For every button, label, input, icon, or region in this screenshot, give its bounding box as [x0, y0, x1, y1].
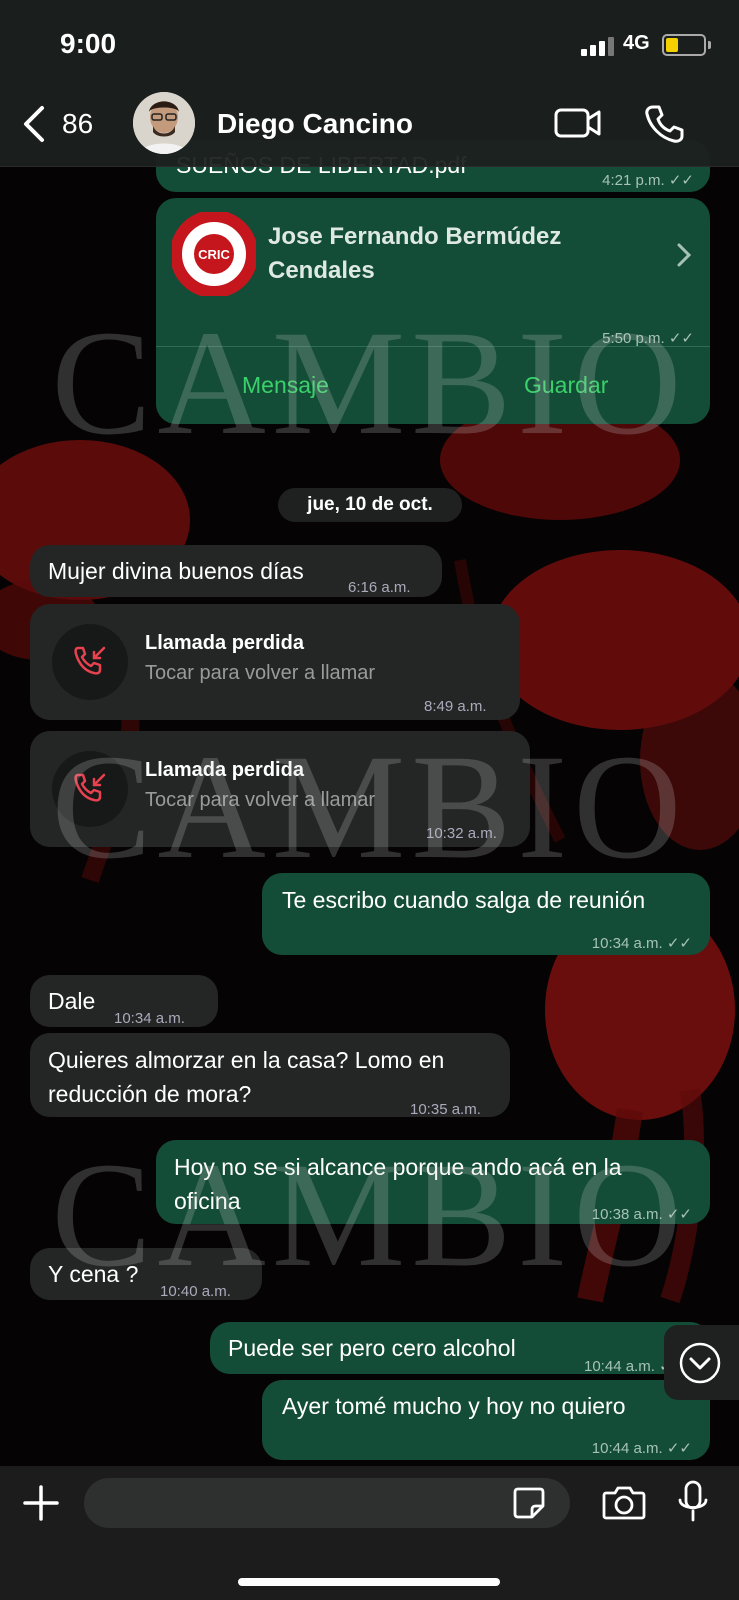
phone-icon[interactable]: [644, 104, 684, 144]
message-text: Dale: [48, 988, 96, 1014]
contact-name[interactable]: Diego Cancino: [217, 108, 413, 140]
missed-call-icon: [74, 773, 106, 802]
call-subtitle: Tocar para volver a llamar: [145, 789, 376, 811]
message-time: 8:49 a.m.: [424, 698, 487, 715]
message-time: 10:44 a.m.: [591, 1440, 663, 1457]
message-time: 6:16 a.m.: [348, 579, 411, 596]
call-subtitle: Tocar para volver a llamar: [145, 662, 376, 684]
message-time: 10:34 a.m.: [591, 935, 663, 952]
shared-contact-name: Jose Fernando Bermúdez Cendales: [268, 220, 561, 288]
message-text: Mujer divina buenos días: [48, 558, 304, 584]
signal-icon: [581, 37, 614, 56]
message-text-line1: Quieres almorzar en la casa? Lomo en: [48, 1047, 445, 1073]
camera-icon[interactable]: [602, 1484, 646, 1520]
missed-call-bubble[interactable]: Llamada perdida Tocar para volver a llam…: [30, 604, 520, 720]
read-ticks-icon: ✓✓: [666, 935, 692, 952]
outgoing-message[interactable]: Hoy no se si alcance porque ando acá en …: [156, 1140, 710, 1224]
incoming-message[interactable]: Dale 10:34 a.m.: [30, 975, 218, 1027]
status-time: 9:00: [60, 28, 117, 59]
missed-call-icon-wrap: [52, 624, 128, 700]
message-text-line2: oficina: [174, 1188, 241, 1214]
message-text: Ayer tomé mucho y hoy no quiero: [282, 1393, 626, 1419]
battery-icon: [662, 34, 711, 56]
message-contact-button[interactable]: Mensaje: [242, 368, 329, 402]
message-text-line1: Hoy no se si alcance porque ando acá en …: [174, 1154, 622, 1180]
home-indicator[interactable]: [238, 1578, 500, 1586]
microphone-icon[interactable]: [676, 1480, 710, 1524]
outgoing-message[interactable]: Puede ser pero cero alcohol 10:44 a.m. ✓…: [210, 1322, 710, 1375]
outgoing-message[interactable]: Ayer tomé mucho y hoy no quiero 10:44 a.…: [262, 1380, 710, 1460]
message-time: 10:34 a.m.: [114, 1010, 185, 1027]
network-type: 4G: [623, 32, 650, 54]
read-ticks-icon: ✓✓: [668, 330, 694, 347]
sticker-icon[interactable]: [512, 1486, 546, 1520]
message-time: 10:38 a.m.: [591, 1206, 663, 1223]
message-text: Te escribo cuando salga de reunión: [282, 887, 646, 913]
call-title: Llamada perdida: [145, 632, 304, 654]
shared-contact-name-line1: Jose Fernando Bermúdez: [268, 223, 562, 250]
incoming-message[interactable]: Y cena ? 10:40 a.m.: [30, 1248, 262, 1300]
message-time: 10:32 a.m.: [426, 825, 497, 842]
avatar[interactable]: [133, 92, 195, 154]
missed-call-icon-wrap: [52, 751, 128, 827]
scroll-down-button[interactable]: [664, 1325, 739, 1400]
message-time: 10:44 a.m.: [584, 1358, 655, 1375]
message-text-line2: reducción de mora?: [48, 1081, 252, 1107]
shared-contact-name-line2: Cendales: [268, 257, 375, 284]
missed-call-bubble[interactable]: Llamada perdida Tocar para volver a llam…: [30, 731, 530, 847]
back-chevron-icon[interactable]: [20, 104, 50, 144]
save-contact-button[interactable]: Guardar: [524, 368, 608, 402]
message-time: 5:50 p.m.: [602, 330, 665, 347]
chevron-right-icon[interactable]: [676, 242, 692, 268]
message-text: Y cena ?: [48, 1261, 139, 1287]
incoming-message[interactable]: Mujer divina buenos días 6:16 a.m.: [30, 545, 442, 597]
outgoing-message[interactable]: Te escribo cuando salga de reunión 10:34…: [262, 873, 710, 955]
read-ticks-icon: ✓✓: [666, 1440, 692, 1457]
cric-logo-text: CRIC: [198, 247, 230, 262]
unread-count[interactable]: 86: [62, 108, 93, 140]
card-divider: [156, 346, 710, 347]
read-ticks-icon: ✓✓: [668, 172, 694, 189]
call-title: Llamada perdida: [145, 759, 304, 781]
video-call-icon[interactable]: [554, 106, 602, 140]
scroll-down-icon: [679, 1342, 721, 1384]
contact-card-bubble[interactable]: CRIC Jose Fernando Bermúdez Cendales 5:5…: [156, 198, 710, 424]
message-time: 10:40 a.m.: [160, 1283, 231, 1300]
message-time: 10:35 a.m.: [410, 1101, 481, 1118]
composer-bar: [0, 1466, 739, 1600]
message-input[interactable]: [84, 1478, 570, 1528]
cric-logo-icon: CRIC: [172, 212, 256, 296]
message-time: 4:21 p.m.: [602, 172, 665, 189]
plus-icon[interactable]: [22, 1484, 60, 1522]
read-ticks-icon: ✓✓: [666, 1206, 692, 1223]
date-divider: jue, 10 de oct.: [278, 488, 462, 522]
message-text: Puede ser pero cero alcohol: [228, 1335, 516, 1361]
incoming-message[interactable]: Quieres almorzar en la casa? Lomo en red…: [30, 1033, 510, 1118]
status-bar: 9:00 4G: [0, 0, 739, 90]
missed-call-icon: [74, 646, 106, 675]
